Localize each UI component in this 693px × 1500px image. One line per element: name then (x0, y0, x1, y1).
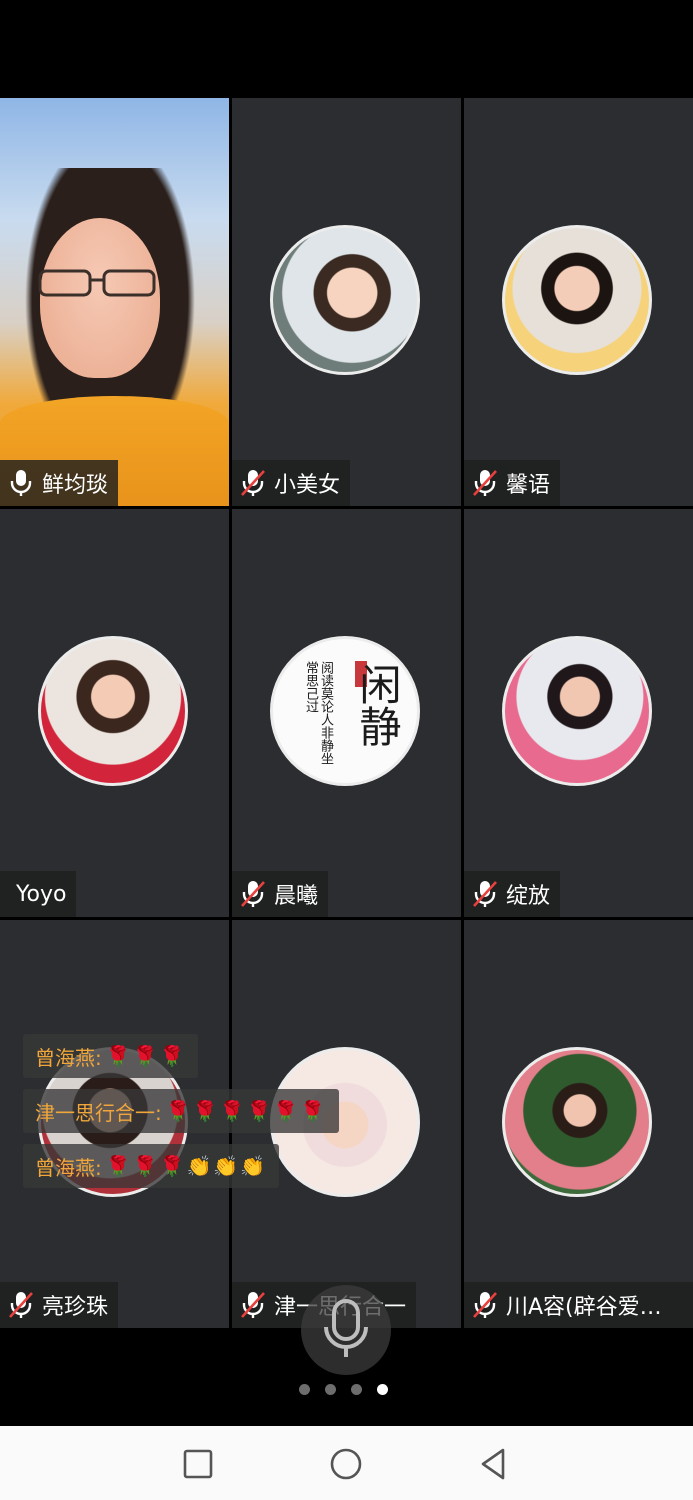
chat-emoji: 🌹🌹🌹🌹🌹🌹 (165, 1099, 328, 1123)
page-dot[interactable] (351, 1384, 362, 1395)
mic-muted-icon (473, 470, 497, 496)
mic-muted-icon (473, 1292, 497, 1318)
mic-muted-icon (473, 881, 497, 907)
participant-tile[interactable]: 鲜均琰 (0, 98, 229, 506)
participant-name: 绽放 (506, 884, 551, 909)
avatar (270, 225, 420, 375)
avatar: 闲静 阅读莫论人非静坐常思己过 (270, 636, 420, 786)
participant-name-bar: 晨曦 (232, 871, 329, 917)
calligraphy-image: 闲静 阅读莫论人非静坐常思己过 (303, 661, 402, 765)
chat-message: 津一思行合一: 🌹🌹🌹🌹🌹🌹 (23, 1089, 340, 1133)
participant-name-bar: 小美女 (232, 460, 351, 506)
chat-sender: 曾海燕: (35, 1045, 102, 1070)
microphone-button[interactable] (301, 1285, 391, 1375)
chat-sender: 曾海燕: (35, 1155, 102, 1180)
participant-name-bar: 亮珍珠 (0, 1282, 119, 1328)
avatar (38, 636, 188, 786)
participant-name-bar: 绽放 (464, 871, 561, 917)
participant-name: 馨语 (506, 473, 551, 498)
chat-message: 曾海燕: 🌹🌹🌹👏👏👏 (23, 1144, 280, 1188)
home-icon[interactable] (326, 1444, 366, 1484)
participant-name: 鲜均琰 (42, 473, 109, 498)
participant-tile[interactable]: 绽放 (464, 509, 693, 917)
mic-muted-icon (241, 1292, 265, 1318)
participant-tile[interactable]: Yoyo (0, 509, 229, 917)
page-indicator (299, 1384, 388, 1398)
page-dot[interactable] (299, 1384, 310, 1395)
participant-name: Yoyo (16, 881, 67, 907)
chat-sender: 津一思行合一: (35, 1100, 162, 1125)
participant-name: 小美女 (274, 473, 341, 498)
participant-video (0, 98, 229, 506)
page-dot[interactable] (325, 1384, 336, 1395)
chat-emoji: 🌹🌹🌹👏👏👏 (105, 1154, 268, 1178)
recent-apps-icon[interactable] (178, 1444, 218, 1484)
participant-name-bar: 鲜均琰 (0, 460, 119, 506)
participant-name: 川A容(辟谷爱… (506, 1295, 662, 1320)
mic-muted-icon (241, 470, 265, 496)
participant-tile[interactable]: 馨语 (464, 98, 693, 506)
avatar (502, 636, 652, 786)
chat-message: 曾海燕: 🌹🌹🌹 (23, 1034, 199, 1078)
microphone-icon (10, 470, 32, 496)
participant-name: 亮珍珠 (42, 1295, 109, 1320)
participant-name: 晨曦 (274, 884, 319, 909)
system-nav-bar (0, 1426, 693, 1500)
participant-tile[interactable]: 小美女 (232, 98, 461, 506)
participant-tile[interactable]: 闲静 阅读莫论人非静坐常思己过 晨曦 (232, 509, 461, 917)
mic-muted-icon (241, 881, 265, 907)
participant-name-bar: 馨语 (464, 460, 561, 506)
avatar (502, 225, 652, 375)
participant-name-bar: Yoyo (0, 871, 77, 917)
participant-tile[interactable]: 川A容(辟谷爱… (464, 920, 693, 1328)
mic-muted-icon (9, 1292, 33, 1318)
back-icon[interactable] (474, 1444, 514, 1484)
chat-emoji: 🌹🌹🌹 (105, 1044, 187, 1068)
participant-name-bar: 川A容(辟谷爱… (464, 1282, 693, 1328)
avatar (502, 1047, 652, 1197)
page-dot-active[interactable] (377, 1384, 388, 1395)
microphone-icon (324, 1299, 368, 1357)
status-area (0, 0, 693, 98)
